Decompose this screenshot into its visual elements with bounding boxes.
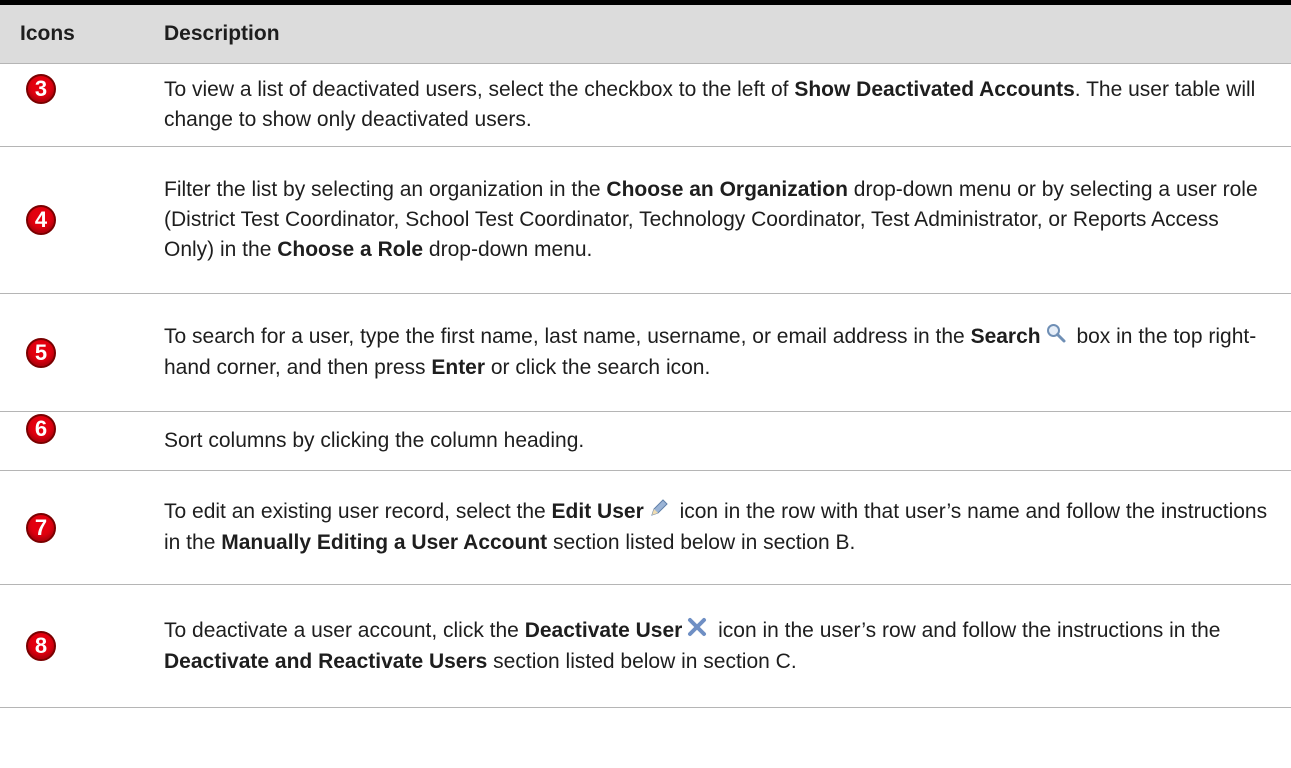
choose-role-term: Choose a Role bbox=[277, 238, 424, 261]
table-row: 7 To edit an existing user record, selec… bbox=[0, 471, 1291, 585]
number-6-icon: 6 bbox=[26, 414, 56, 444]
table-header: Icons Description bbox=[0, 5, 1291, 64]
column-header-icons: Icons bbox=[20, 22, 75, 45]
edit-user-term: Edit User bbox=[551, 500, 644, 524]
table-row: 8 To deactivate a user account, click th… bbox=[0, 585, 1291, 708]
number-3-icon: 3 bbox=[26, 74, 56, 104]
table-row: 3 To view a list of deactivated users, s… bbox=[0, 64, 1291, 147]
deactivate-user-term: Deactivate User bbox=[524, 618, 683, 642]
search-term: Search bbox=[970, 325, 1041, 349]
magnifier-icon bbox=[1045, 322, 1067, 353]
table-row: 4 Filter the list by selecting an organi… bbox=[0, 147, 1291, 294]
show-deactivated-accounts-term: Show Deactivated Accounts bbox=[794, 78, 1075, 101]
pencil-icon bbox=[648, 497, 670, 528]
enter-term: Enter bbox=[431, 356, 486, 379]
row-description: To view a list of deactivated users, sel… bbox=[164, 78, 1256, 131]
row-description: Sort columns by clicking the column head… bbox=[164, 429, 585, 452]
row-description: To edit an existing user record, select … bbox=[164, 497, 1291, 558]
column-header-description: Description bbox=[164, 22, 280, 45]
deactivate-reactivate-term: Deactivate and Reactivate Users bbox=[164, 649, 488, 673]
row-description: To deactivate a user account, click the … bbox=[164, 616, 1291, 677]
row-description: To search for a user, type the first nam… bbox=[164, 322, 1291, 383]
choose-organization-term: Choose an Organization bbox=[606, 178, 848, 201]
number-4-icon: 4 bbox=[26, 205, 56, 235]
table-row: 6 Sort columns by clicking the column he… bbox=[0, 412, 1291, 471]
number-7-icon: 7 bbox=[26, 512, 56, 543]
number-8-icon: 8 bbox=[26, 631, 56, 661]
row-description: Filter the list by selecting an organiza… bbox=[164, 178, 1258, 261]
number-5-icon: 5 bbox=[26, 337, 56, 368]
icons-description-table: Icons Description 3 To view a list of de… bbox=[0, 5, 1291, 708]
manually-editing-term: Manually Editing a User Account bbox=[221, 531, 548, 554]
table-row: 5 To search for a user, type the first n… bbox=[0, 294, 1291, 412]
x-icon bbox=[686, 616, 708, 647]
